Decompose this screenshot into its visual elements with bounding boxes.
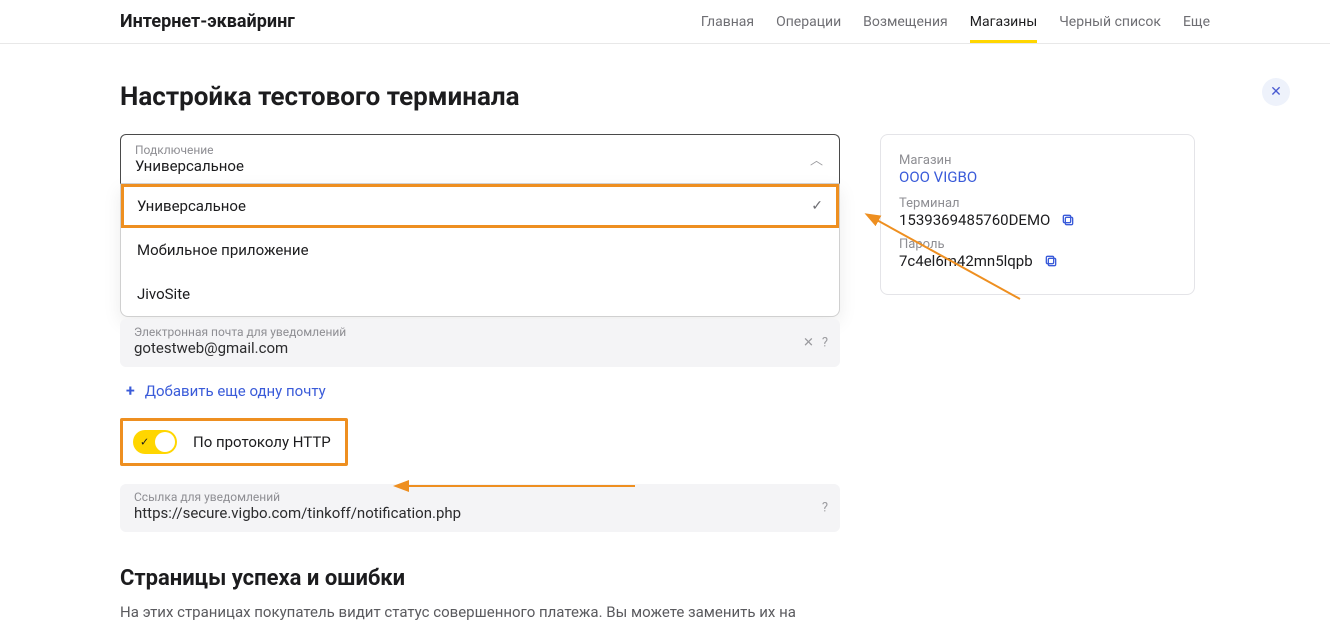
add-email-link-label: Добавить еще одну почту (145, 382, 326, 400)
connection-select[interactable]: Подключение Универсальное ︿ (120, 134, 840, 184)
add-email-link[interactable]: + Добавить еще одну почту (126, 381, 326, 400)
password-label: Пароль (899, 237, 1176, 252)
help-icon[interactable]: ? (822, 336, 828, 351)
email-field[interactable]: Электронная почта для уведомлений gotest… (120, 319, 840, 367)
chevron-up-icon: ︿ (810, 150, 823, 169)
shop-info-card: Магазин ООО VIGBO Терминал 1539369485760… (880, 134, 1195, 295)
section-success-error-title: Страницы успеха и ошибки (120, 566, 840, 591)
nav-home[interactable]: Главная (701, 2, 754, 42)
http-toggle-label: По протоколу HTTP (193, 433, 331, 451)
http-toggle[interactable]: ✓ (133, 430, 177, 454)
email-field-label: Электронная почта для уведомлений (134, 325, 826, 339)
http-toggle-row: ✓ По протоколу HTTP (120, 418, 348, 466)
connection-select-value: Универсальное (135, 157, 825, 175)
notification-url-label: Ссылка для уведомлений (134, 490, 826, 504)
app-header: Интернет-эквайринг Главная Операции Возм… (0, 0, 1330, 44)
copy-terminal-button[interactable] (1060, 212, 1076, 228)
nav-blacklist[interactable]: Черный список (1059, 2, 1161, 42)
nav-more[interactable]: Еще (1183, 2, 1210, 42)
terminal-value: 1539369485760DEMO (899, 211, 1050, 229)
email-field-value: gotestweb@gmail.com (134, 339, 826, 357)
clear-icon[interactable]: ✕ (803, 336, 814, 351)
terminal-label: Терминал (899, 196, 1176, 211)
brand-title: Интернет-эквайринг (120, 11, 295, 32)
dropdown-option-label: Мобильное приложение (137, 241, 309, 259)
password-value: 7c4el6m42mn5lqpb (899, 252, 1033, 270)
dropdown-option-mobile[interactable]: Мобильное приложение (121, 228, 839, 272)
nav-operations[interactable]: Операции (776, 2, 841, 42)
page-title: Настройка тестового терминала (120, 82, 1210, 112)
top-nav: Главная Операции Возмещения Магазины Чер… (701, 2, 1210, 42)
nav-refunds[interactable]: Возмещения (863, 2, 948, 42)
dropdown-option-universal[interactable]: Универсальное ✓ (121, 184, 839, 228)
check-icon: ✓ (811, 198, 823, 214)
toggle-check-icon: ✓ (140, 436, 149, 449)
copy-icon (1043, 253, 1059, 269)
plus-icon: + (126, 381, 135, 400)
connection-dropdown: Универсальное ✓ Мобильное приложение Jiv… (120, 184, 840, 317)
shop-name-link[interactable]: ООО VIGBO (899, 168, 977, 186)
dropdown-option-label: Универсальное (137, 197, 246, 215)
nav-shops[interactable]: Магазины (970, 2, 1037, 42)
shop-label: Магазин (899, 153, 1176, 168)
section-success-error-desc: На этих страницах покупатель видит стату… (120, 601, 840, 624)
main-column: Подключение Универсальное ︿ Универсально… (120, 134, 840, 624)
copy-password-button[interactable] (1043, 253, 1059, 269)
dropdown-option-jivosite[interactable]: JivoSite (121, 272, 839, 316)
notification-url-value: https://secure.vigbo.com/tinkoff/notific… (134, 504, 826, 522)
dropdown-option-label: JivoSite (137, 285, 190, 303)
notification-url-field[interactable]: Ссылка для уведомлений https://secure.vi… (120, 484, 840, 532)
connection-select-label: Подключение (135, 143, 825, 157)
copy-icon (1060, 212, 1076, 228)
help-icon[interactable]: ? (822, 501, 828, 516)
